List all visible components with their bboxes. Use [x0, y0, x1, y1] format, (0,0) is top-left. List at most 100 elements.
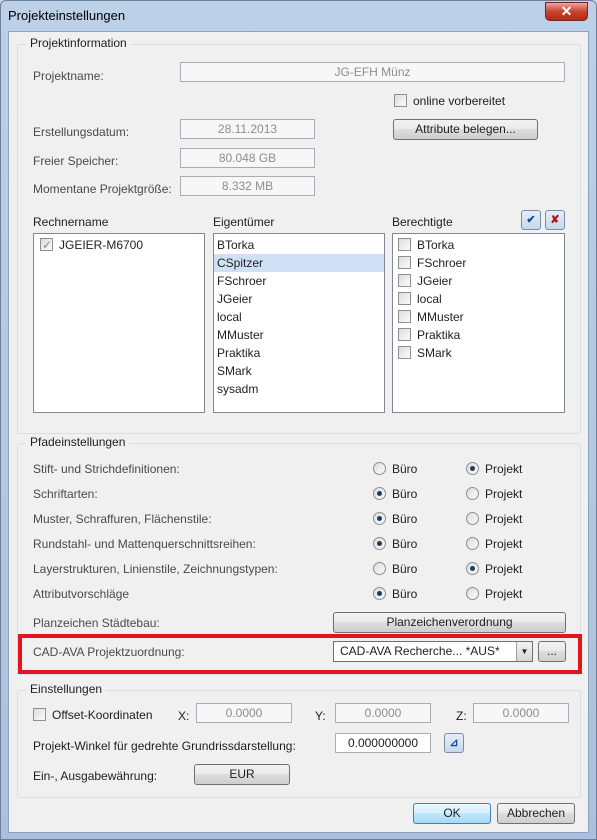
- ok-button[interactable]: OK: [413, 803, 491, 824]
- dialog-window: Projekteinstellungen ✕ Projektinformatio…: [0, 0, 597, 840]
- berechtigt-check-icon[interactable]: [398, 346, 411, 359]
- attribute-belegen-button[interactable]: Attribute belegen...: [393, 119, 538, 140]
- eigentuemer-header: Eigentümer: [213, 215, 275, 229]
- projektgroesse-label: Momentane Projektgröße:: [33, 182, 172, 196]
- offset-label: Offset-Koordinaten: [52, 708, 153, 722]
- title-bar: Projekteinstellungen ✕: [1, 1, 596, 31]
- radio-projekt[interactable]: [466, 537, 479, 550]
- berechtigt-check-icon[interactable]: [398, 238, 411, 251]
- projektgroesse-field: 8.332 MB: [180, 176, 315, 196]
- rechnername-list[interactable]: JGEIER-M6700: [33, 233, 205, 413]
- eigentuemer-list[interactable]: BTorka CSpitzer FSchroer JGeier local MM…: [213, 233, 385, 413]
- radio-projekt-label: Projekt: [485, 462, 523, 476]
- rechnername-header: Rechnername: [33, 215, 109, 229]
- y-label: Y:: [315, 709, 326, 723]
- berechtigt-check-icon[interactable]: [398, 310, 411, 323]
- cadava-dropdown[interactable]: CAD-AVA Recherche... *AUS* ▼: [333, 641, 533, 662]
- list-item[interactable]: local: [393, 290, 564, 308]
- list-item-selected[interactable]: CSpitzer: [214, 254, 384, 272]
- pfad-row: Rundstahl- und Mattenquerschnittsreihen:…: [18, 535, 578, 553]
- radio-projekt[interactable]: [466, 512, 479, 525]
- berechtigt-check-icon[interactable]: [398, 274, 411, 287]
- berechtigte-list[interactable]: BTorka FSchroer JGeier local MMuster Pra…: [392, 233, 565, 413]
- berechtigt-check-icon[interactable]: [398, 328, 411, 341]
- radio-projekt[interactable]: [466, 487, 479, 500]
- chevron-down-icon[interactable]: ▼: [516, 642, 532, 661]
- berechtigt-check-icon[interactable]: [398, 256, 411, 269]
- online-vorbereitet-check-icon: [394, 94, 407, 107]
- radio-projekt[interactable]: [466, 562, 479, 575]
- radio-projekt[interactable]: [466, 587, 479, 600]
- freier-speicher-label: Freier Speicher:: [33, 154, 119, 168]
- abbrechen-button[interactable]: Abbrechen: [497, 803, 575, 824]
- check-all-icon[interactable]: ✔: [521, 210, 541, 230]
- pfad-row-label: Rundstahl- und Mattenquerschnittsreihen:: [33, 537, 256, 551]
- list-item[interactable]: Praktika: [214, 344, 384, 362]
- list-item[interactable]: JGEIER-M6700: [34, 236, 204, 254]
- projektname-field[interactable]: JG-EFH Münz: [180, 62, 565, 82]
- projektinformation-group: Projektinformation Projektname: JG-EFH M…: [17, 36, 581, 434]
- x-label: X:: [178, 709, 190, 723]
- dialog-client-area: Projektinformation Projektname: JG-EFH M…: [8, 31, 589, 833]
- freier-speicher-field: 80.048 GB: [180, 148, 315, 168]
- offset-koordinaten-checkbox[interactable]: Offset-Koordinaten: [33, 708, 153, 722]
- radio-buero-label: Büro: [392, 487, 418, 501]
- online-vorbereitet-checkbox[interactable]: online vorbereitet: [394, 94, 505, 108]
- pfad-row: Muster, Schraffuren, Flächenstile: Büro Pr…: [18, 510, 578, 528]
- angle-pick-icon[interactable]: ⊿: [444, 733, 464, 753]
- radio-projekt[interactable]: [466, 462, 479, 475]
- radio-buero-label: Büro: [392, 512, 418, 526]
- berechtigt-label: BTorka: [417, 238, 455, 252]
- pfad-row: Layerstrukturen, Linienstile, Zeichnungs…: [18, 560, 578, 578]
- pfad-row-label: Layerstrukturen, Linienstile, Zeichnungs…: [33, 562, 278, 576]
- uncheck-all-icon[interactable]: ✘: [545, 210, 565, 230]
- planzeichenverordnung-button[interactable]: Planzeichenverordnung: [333, 612, 566, 633]
- projekt-winkel-field[interactable]: 0.000000000: [335, 733, 431, 753]
- radio-buero[interactable]: [373, 537, 386, 550]
- berechtigt-label: local: [417, 292, 442, 306]
- radio-projekt-label: Projekt: [485, 487, 523, 501]
- cadava-label: CAD-AVA Projektzuordnung:: [33, 645, 185, 659]
- offset-check-icon: [33, 708, 46, 721]
- list-item[interactable]: SMark: [393, 344, 564, 362]
- projektname-label: Projektname:: [33, 69, 104, 83]
- list-item[interactable]: local: [214, 308, 384, 326]
- z-coordinate-field[interactable]: 0.0000: [473, 703, 569, 723]
- einstellungen-group: Einstellungen Offset-Koordinaten X: 0.00…: [17, 682, 581, 798]
- radio-projekt-label: Projekt: [485, 512, 523, 526]
- y-coordinate-field[interactable]: 0.0000: [335, 703, 431, 723]
- waehrung-button[interactable]: EUR: [194, 764, 290, 785]
- cadava-more-button[interactable]: ...: [538, 641, 566, 662]
- list-item[interactable]: BTorka: [393, 236, 564, 254]
- close-button[interactable]: ✕: [545, 2, 588, 21]
- x-coordinate-field[interactable]: 0.0000: [196, 703, 292, 723]
- einstellungen-legend: Einstellungen: [26, 682, 107, 696]
- list-item[interactable]: JGeier: [393, 272, 564, 290]
- erstellungsdatum-field: 28.11.2013: [180, 119, 315, 139]
- pfad-row-label: Muster, Schraffuren, Flächenstile:: [33, 512, 212, 526]
- radio-buero[interactable]: [373, 562, 386, 575]
- berechtigt-label: MMuster: [417, 310, 464, 324]
- radio-buero[interactable]: [373, 512, 386, 525]
- radio-buero[interactable]: [373, 462, 386, 475]
- berechtigt-label: Praktika: [417, 328, 461, 342]
- radio-buero[interactable]: [373, 587, 386, 600]
- list-item[interactable]: Praktika: [393, 326, 564, 344]
- berechtigt-label: JGeier: [417, 274, 453, 288]
- list-item[interactable]: FSchroer: [393, 254, 564, 272]
- list-item[interactable]: JGeier: [214, 290, 384, 308]
- pfad-row: Schriftarten: Büro Projekt: [18, 485, 578, 503]
- radio-buero[interactable]: [373, 487, 386, 500]
- list-item[interactable]: SMark: [214, 362, 384, 380]
- list-item[interactable]: MMuster: [393, 308, 564, 326]
- list-item[interactable]: sysadm: [214, 380, 384, 398]
- list-item[interactable]: BTorka: [214, 236, 384, 254]
- berechtigt-check-icon[interactable]: [398, 292, 411, 305]
- list-item[interactable]: MMuster: [214, 326, 384, 344]
- pfadeinstellungen-group: Pfadeinstellungen Stift- und Strichdefin…: [17, 435, 582, 675]
- planzeichen-label: Planzeichen Städtebau:: [33, 616, 160, 630]
- projekt-winkel-label: Projekt-Winkel für gedrehte Grundrissdar…: [33, 739, 296, 753]
- radio-buero-label: Büro: [392, 587, 418, 601]
- list-item[interactable]: FSchroer: [214, 272, 384, 290]
- rechner-label: JGEIER-M6700: [59, 238, 144, 252]
